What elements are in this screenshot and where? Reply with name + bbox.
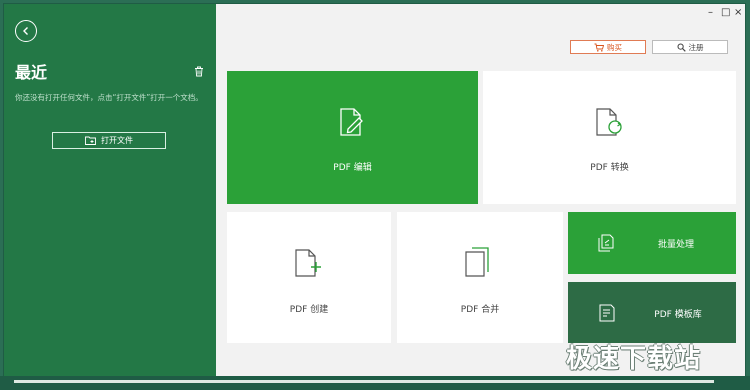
buy-button[interactable]: 购买 bbox=[570, 40, 646, 54]
minimize-button[interactable]: – bbox=[708, 7, 713, 19]
tile-pdf-create-label: PDF 创建 bbox=[289, 305, 329, 315]
tile-batch-process[interactable]: 批量处理 bbox=[568, 212, 736, 274]
horizontal-scrollbar[interactable] bbox=[14, 380, 714, 383]
tile-pdf-convert[interactable]: PDF 转换 bbox=[483, 71, 736, 204]
empty-hint-text: 你还没有打开任何文件，点击“打开文件”打开一个文档。 bbox=[15, 93, 203, 102]
cart-icon bbox=[594, 43, 604, 52]
edit-document-icon bbox=[340, 108, 363, 136]
tile-pdf-template[interactable]: PDF 模板库 bbox=[568, 282, 736, 343]
status-bar bbox=[0, 376, 750, 390]
register-label: 注册 bbox=[688, 42, 704, 52]
tile-pdf-edit-label: PDF 编辑 bbox=[333, 163, 372, 173]
merge-document-icon bbox=[465, 247, 489, 277]
folder-icon bbox=[85, 136, 96, 145]
tile-pdf-merge-label: PDF 合并 bbox=[460, 305, 500, 315]
chevron-left-icon bbox=[23, 27, 28, 35]
convert-document-icon bbox=[596, 108, 622, 136]
tile-batch-process-label: 批量处理 bbox=[657, 240, 694, 250]
close-button[interactable]: × bbox=[734, 7, 742, 19]
tile-pdf-convert-label: PDF 转换 bbox=[590, 163, 629, 173]
open-file-button[interactable]: 打开文件 bbox=[52, 132, 166, 149]
trash-icon[interactable] bbox=[194, 62, 204, 81]
search-icon bbox=[677, 43, 686, 52]
tile-pdf-edit[interactable]: PDF 编辑 bbox=[227, 71, 478, 204]
tile-pdf-template-label: PDF 模板库 bbox=[654, 310, 702, 320]
sidebar: 最近 你还没有打开任何文件，点击“打开文件”打开一个文档。 打开文件 bbox=[4, 4, 216, 377]
tile-pdf-merge[interactable]: PDF 合并 bbox=[397, 212, 563, 343]
recent-title: 最近 bbox=[15, 63, 48, 82]
buy-label: 购买 bbox=[607, 42, 622, 52]
app-window: 最近 你还没有打开任何文件，点击“打开文件”打开一个文档。 打开文件 – □ ×… bbox=[3, 3, 746, 378]
back-button[interactable] bbox=[15, 20, 37, 42]
watermark-logo: 极速下载站 bbox=[566, 344, 702, 374]
tile-pdf-create[interactable]: PDF 创建 bbox=[227, 212, 391, 343]
register-button[interactable]: 注册 bbox=[652, 40, 728, 54]
open-file-label: 打开文件 bbox=[101, 136, 133, 145]
create-document-icon bbox=[295, 249, 321, 277]
maximize-button[interactable]: □ bbox=[721, 7, 730, 19]
